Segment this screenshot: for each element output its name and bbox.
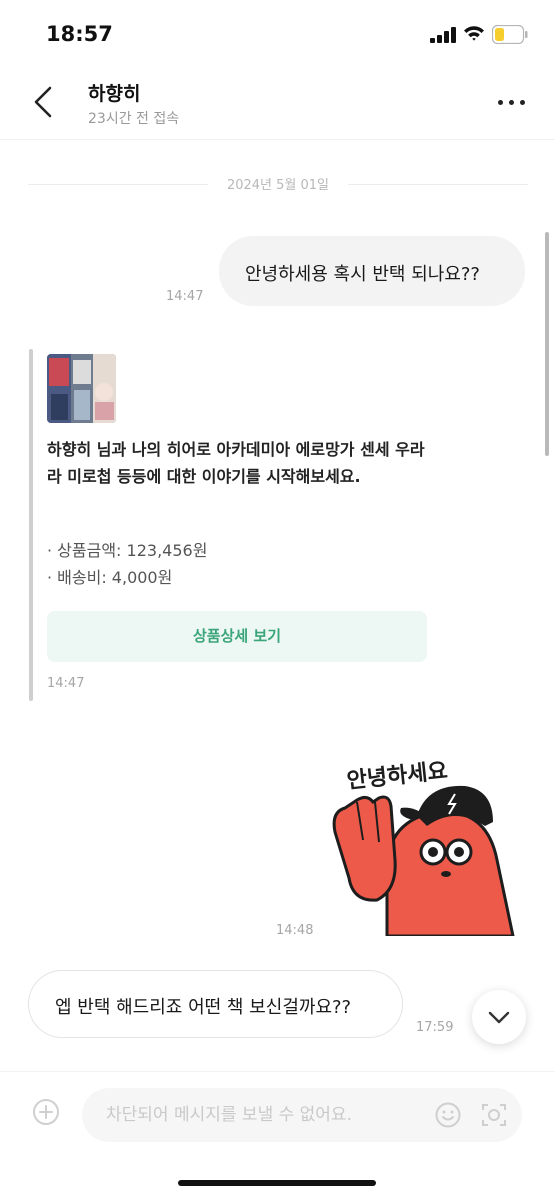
message-composer xyxy=(0,1071,555,1200)
more-icon[interactable] xyxy=(496,90,528,116)
product-shipping-fee: · 배송비: 4,000원 xyxy=(47,568,173,587)
wifi-icon xyxy=(464,26,484,41)
product-thumbnail[interactable] xyxy=(47,354,116,423)
home-indicator xyxy=(178,1180,376,1186)
date-divider: 2024년 5월 01일 xyxy=(28,174,528,194)
message-time: 17:59 xyxy=(416,1020,454,1035)
last-seen-status: 23시간 전 접속 xyxy=(88,111,180,127)
camera-icon[interactable] xyxy=(480,1101,508,1129)
product-card-text: 하향히 님과 나의 히어로 아카데미아 에로망가 센세 우라라 미로첩 등등에 … xyxy=(47,440,425,486)
sticker-message[interactable]: 안녕하세요 xyxy=(327,750,527,938)
plus-circle-icon[interactable] xyxy=(32,1098,60,1126)
message-time: 14:48 xyxy=(276,923,314,938)
scrollbar-thumb[interactable] xyxy=(545,232,549,456)
status-bar: 18:57 xyxy=(0,0,555,66)
status-time: 18:57 xyxy=(46,22,113,46)
message-time: 14:47 xyxy=(47,676,85,691)
product-card-bar xyxy=(29,349,33,701)
battery-icon xyxy=(492,25,528,44)
greeting-sticker-image: 안녕하세요 xyxy=(332,759,515,938)
message-input-box[interactable] xyxy=(82,1088,522,1142)
product-detail-button[interactable]: 상품상세 보기 xyxy=(47,611,427,662)
message-text: 안녕하세용 혹시 반택 되나요?? xyxy=(245,264,480,285)
message-bubble-outgoing[interactable]: 안녕하세용 혹시 반택 되나요?? xyxy=(219,236,525,306)
message-input[interactable] xyxy=(106,1088,426,1142)
chevron-left-icon[interactable] xyxy=(28,84,60,120)
chat-header: 하향히 23시간 전 접속 xyxy=(0,66,555,140)
message-time: 14:47 xyxy=(166,289,204,304)
chat-partner-name: 하향히 xyxy=(88,83,141,105)
smile-icon[interactable] xyxy=(434,1101,462,1129)
chevron-down-icon xyxy=(488,1011,510,1024)
sticker-text: 안녕하세요 xyxy=(346,759,449,794)
signal-icon xyxy=(430,27,456,43)
date-divider-text: 2024년 5월 01일 xyxy=(226,178,330,193)
scroll-to-bottom-button[interactable] xyxy=(472,990,526,1044)
product-price: · 상품금액: 123,456원 xyxy=(47,541,208,560)
message-bubble-incoming[interactable]: 엡 반택 해드리죠 어떤 책 보신걸까요?? xyxy=(28,970,403,1038)
product-image xyxy=(47,354,116,423)
message-text: 엡 반택 해드리죠 어떤 책 보신걸까요?? xyxy=(55,997,352,1018)
